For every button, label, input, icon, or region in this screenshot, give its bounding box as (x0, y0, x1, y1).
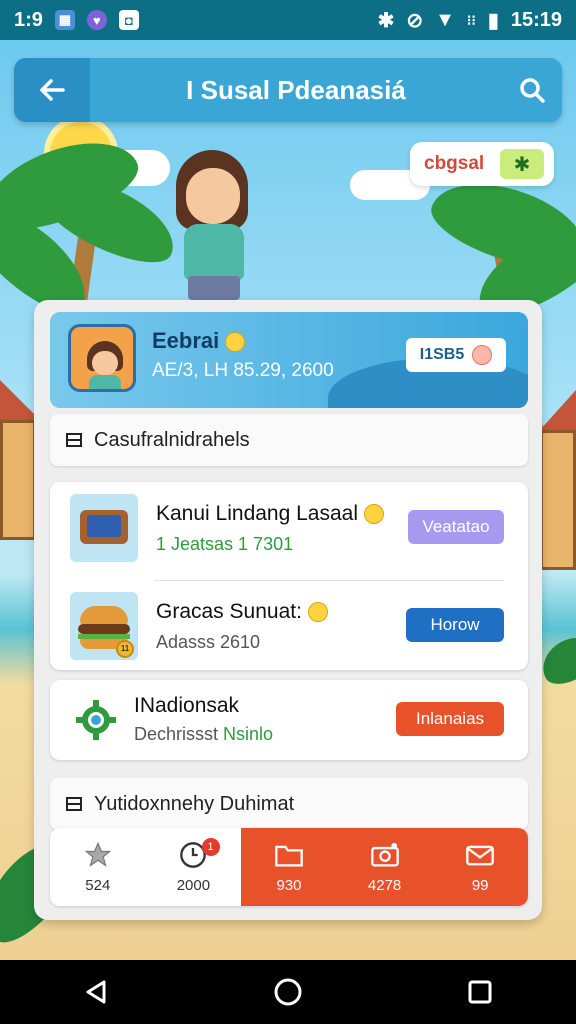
nav-home-icon[interactable] (272, 976, 304, 1008)
status-time-left: 1:9 (14, 8, 43, 31)
arrow-left-icon (40, 79, 65, 101)
house-right (540, 430, 576, 570)
minus-box-icon (66, 433, 82, 447)
search-button[interactable] (502, 58, 562, 122)
item-title: Gracas Sunuat: (156, 600, 328, 624)
status-time-right: 15:19 (510, 8, 562, 31)
tab-mail[interactable]: 99 (432, 828, 528, 906)
folder-icon (275, 845, 303, 867)
do-not-disturb-icon: ⊘ (406, 9, 424, 32)
tab-count: 99 (471, 876, 489, 894)
app-icon: ◘ (118, 10, 139, 30)
signal-icon: ⁝⁝ (466, 11, 476, 28)
system-nav-bar (0, 960, 576, 1024)
character-illustration (168, 150, 268, 300)
top-app-bar: I Susal Pdeanasiá (14, 58, 562, 122)
item-subtitle: 1 Jeatsas 1 7301 (156, 534, 294, 554)
house-left (0, 420, 36, 540)
avatar[interactable] (68, 324, 136, 392)
section-1-title: Casufralnidrahels (94, 428, 250, 451)
item-list: Kanui Lindang Lasaal 1 Jeatsas 1 7301 Ve… (50, 482, 528, 670)
tab-clock[interactable]: 1 2000 (145, 828, 242, 906)
tab-star[interactable]: 524 (50, 828, 146, 906)
battery-icon: ▮ (487, 9, 499, 32)
image-icon: ▦ (54, 10, 75, 30)
tab-camera[interactable]: 4278 (336, 828, 433, 906)
search-icon (520, 78, 545, 103)
back-button[interactable] (14, 58, 90, 122)
heart-icon: ♥ (86, 10, 107, 30)
notification-title: INadionsak (134, 694, 240, 717)
section-header-1[interactable]: Casufralnidrahels (50, 414, 528, 466)
item-subtitle: Adasss 2610 (156, 632, 261, 652)
bluetooth-icon: ✱ (377, 9, 395, 32)
notification-subtitle: Dechrissst Nsinlo (134, 724, 274, 744)
item-title: Kanui Lindang Lasaal (156, 502, 384, 526)
tablet-icon (70, 494, 138, 562)
nav-recents-icon[interactable] (464, 976, 496, 1008)
wifi-icon: ▼ (435, 8, 455, 31)
profile-stats: AE/3, LH 85.29, 2600 (152, 360, 334, 381)
item-action-button[interactable]: Veatatao (408, 510, 504, 544)
list-item[interactable]: 11 Gracas Sunuat: Adasss 2610 Horow (50, 580, 528, 674)
tab-count: 4278 (367, 876, 402, 894)
item-action-button[interactable]: Horow (406, 608, 504, 642)
status-bar: 1:9 ▦ ♥ ◘ ✱ ⊘ ▼ ⁝⁝ ▮ 15:19 (0, 0, 576, 40)
tab-folder[interactable]: 930 (241, 828, 337, 906)
mail-icon (466, 845, 495, 865)
notification-action-button[interactable]: Inlanaias (396, 702, 504, 736)
face-emoji-icon (472, 345, 493, 365)
profile-banner[interactable]: Eebrai AE/3, LH 85.29, 2600 I1SB5 (50, 312, 528, 408)
burger-icon: 11 (70, 592, 138, 660)
nav-back-icon[interactable] (80, 976, 112, 1008)
minus-box-icon (66, 797, 82, 811)
bottom-tab-bar: 524 1 2000 930 4278 99 (50, 828, 528, 906)
tab-count: 2000 (176, 876, 211, 894)
smile-emoji-icon (363, 504, 384, 525)
star-icon: ✱ (500, 149, 544, 179)
reward-chip[interactable]: cbgsal ✱ (410, 142, 554, 186)
smile-emoji-icon (307, 602, 328, 623)
house-roof (540, 390, 576, 430)
smile-emoji-icon (225, 332, 246, 353)
star-icon (84, 841, 112, 867)
camera-icon (370, 842, 399, 867)
profile-tag[interactable]: I1SB5 (406, 338, 506, 372)
section-2-title: Yutidoxnnehy Duhimat (94, 792, 295, 815)
profile-name: Eebrai (152, 328, 246, 354)
chip-label: cbgsal (424, 153, 485, 174)
notification-badge: 1 (201, 838, 220, 856)
tab-count: 524 (85, 876, 111, 894)
list-item[interactable]: Kanui Lindang Lasaal 1 Jeatsas 1 7301 Ve… (50, 482, 528, 576)
gear-icon (76, 700, 116, 740)
notification-row[interactable]: INadionsak Dechrissst Nsinlo Inlanaias (50, 680, 528, 760)
section-header-2[interactable]: Yutidoxnnehy Duhimat (50, 778, 528, 830)
page-title: I Susal Pdeanasiá (186, 74, 406, 105)
tab-count: 930 (276, 876, 302, 894)
